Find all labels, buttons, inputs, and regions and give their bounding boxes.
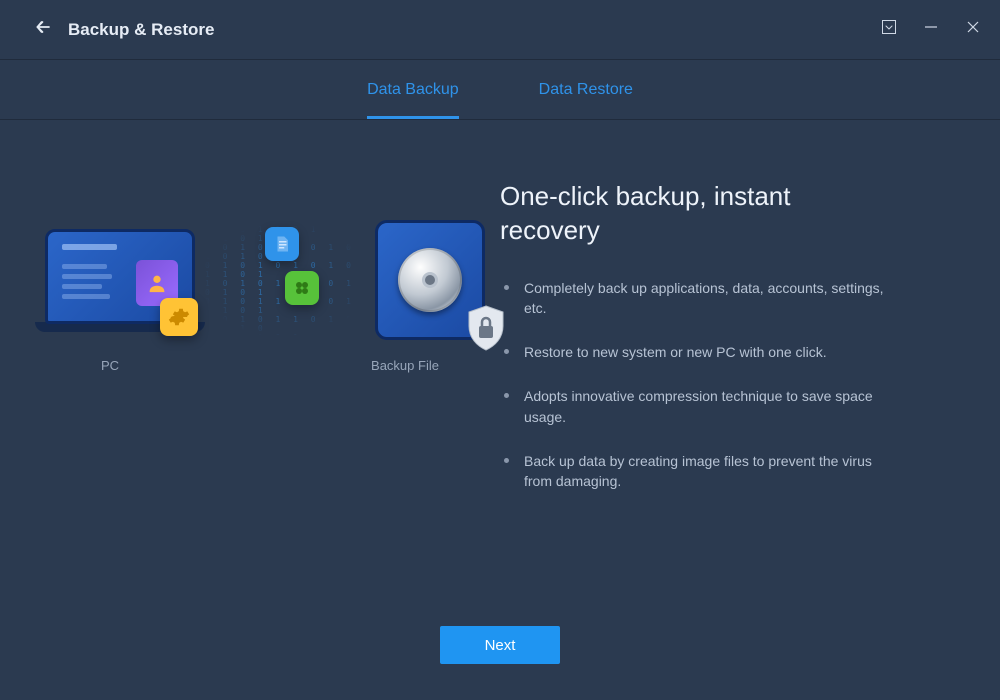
feature-item: Adopts innovative compression technique … (500, 386, 900, 427)
window-controls (882, 20, 980, 39)
gear-icon (160, 298, 198, 336)
feature-list: Completely back up applications, data, a… (500, 278, 900, 492)
description: One-click backup, instant recovery Compl… (500, 180, 960, 516)
back-icon-line (34, 17, 54, 42)
tab-data-restore[interactable]: Data Restore (539, 60, 633, 119)
pc-label: PC (40, 358, 270, 373)
content: 0 1 0 1 1 0 1 0 1 0 1 0 11 0 1 0 1 1 0 1… (0, 120, 1000, 516)
titlebar-left: Backup & Restore (30, 17, 214, 42)
heading: One-click backup, instant recovery (500, 180, 880, 248)
close-icon[interactable] (966, 20, 980, 39)
document-icon (265, 227, 299, 261)
pc-graphic (45, 229, 195, 332)
page-title: Backup & Restore (68, 20, 214, 40)
disc-icon (398, 248, 462, 312)
tab-label: Data Backup (367, 81, 459, 99)
next-button[interactable]: Next (440, 626, 560, 664)
feature-item: Back up data by creating image files to … (500, 451, 900, 492)
tab-label: Data Restore (539, 81, 633, 99)
dropdown-icon[interactable] (882, 20, 896, 39)
feature-item: Completely back up applications, data, a… (500, 278, 900, 319)
illustration: 0 1 0 1 1 0 1 0 1 0 1 0 11 0 1 0 1 1 0 1… (40, 180, 500, 516)
tabs: Data Backup Data Restore (0, 60, 1000, 120)
minimize-icon[interactable] (924, 20, 938, 39)
tab-data-backup[interactable]: Data Backup (367, 60, 459, 119)
feature-item: Restore to new system or new PC with one… (500, 342, 900, 362)
titlebar: Backup & Restore (0, 0, 1000, 60)
backup-file-label: Backup File (270, 358, 500, 373)
footer: Next (0, 626, 1000, 664)
backup-file-graphic (375, 220, 495, 340)
transfer-graphic: 0 1 0 1 1 0 1 0 1 0 1 0 11 0 1 0 1 1 0 1… (225, 225, 345, 335)
clover-icon (285, 271, 319, 305)
